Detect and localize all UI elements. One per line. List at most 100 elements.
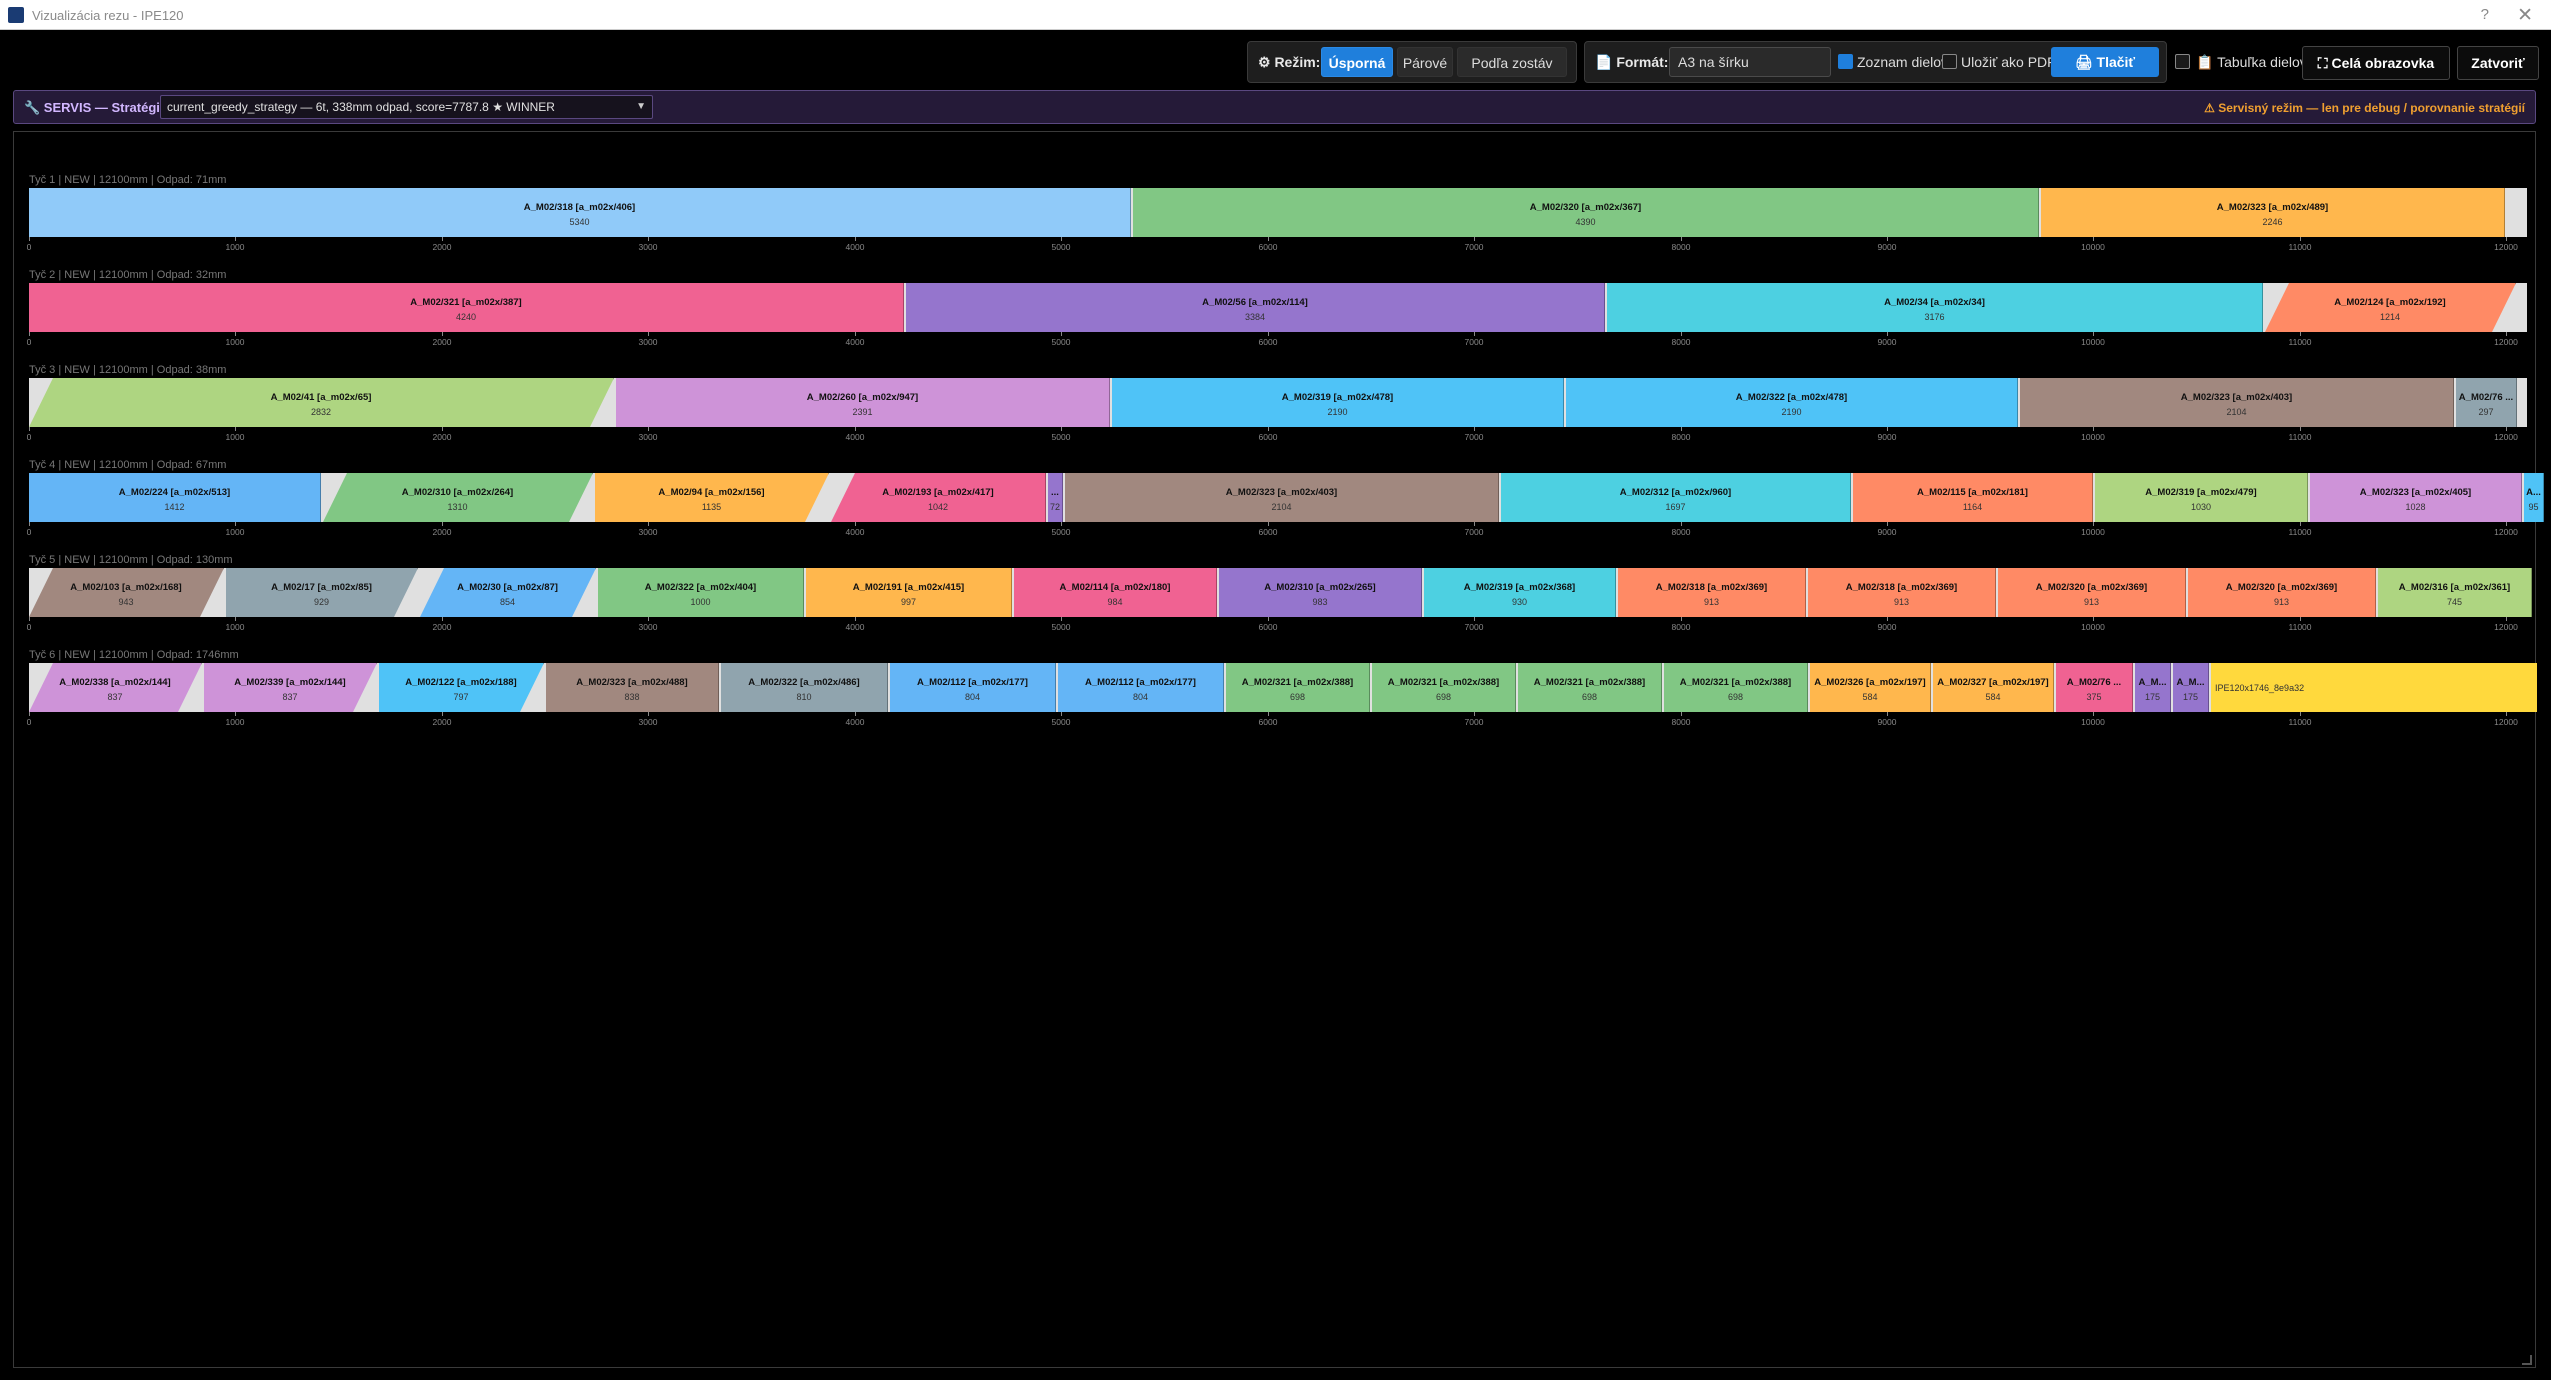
- piece-name: A_M02/323 [a_m02x/405]: [2359, 487, 2472, 498]
- cut-piece[interactable]: A_M02/322 [a_m02x/478] 2190: [1566, 378, 2018, 427]
- scale-tick: [2506, 712, 2507, 716]
- piece-length: 1164: [1962, 502, 1983, 512]
- cut-piece[interactable]: A_M02/323 [a_m02x/403] 2104: [1065, 473, 1499, 522]
- scale-tick-label: 0: [26, 717, 32, 727]
- parts-table-checkbox[interactable]: [2175, 54, 2190, 69]
- piece-length: 983: [1312, 597, 1328, 607]
- cut-piece[interactable]: A_M02/339 [a_m02x/144] 837: [204, 663, 377, 712]
- cut-piece[interactable]: A_M02/327 [a_m02x/197] 584: [1933, 663, 2054, 712]
- cut-piece[interactable]: A_M02/323 [a_m02x/489] 2246: [2041, 188, 2505, 237]
- close-window-button[interactable]: ✕: [2517, 4, 2533, 27]
- cut-piece[interactable]: A_M02/56 [a_m02x/114] 3384: [906, 283, 1605, 332]
- cut-piece[interactable]: A_M02/193 [a_m02x/417] 1042: [831, 473, 1046, 522]
- piece-name: A_M02/321 [a_m02x/387]: [410, 297, 522, 308]
- piece-name: A_M02/316 [a_m02x/361]: [2398, 582, 2511, 593]
- cut-piece[interactable]: A_M02/321 [a_m02x/387] 4240: [29, 283, 904, 332]
- mode-podla-zostav-button[interactable]: Podľa zostáv: [1457, 47, 1567, 77]
- cut-piece[interactable]: A_M02/319 [a_m02x/368] 930: [1424, 568, 1616, 617]
- scale-tick-label: 4000: [845, 242, 865, 252]
- cut-piece[interactable]: A_M02/30 [a_m02x/87] 854: [420, 568, 596, 617]
- cut-piece[interactable]: A_M02/312 [a_m02x/960] 1697: [1501, 473, 1851, 522]
- cut-piece[interactable]: A_M02/122 [a_m02x/188] 797: [379, 663, 544, 712]
- help-button[interactable]: ?: [2481, 6, 2489, 23]
- cut-piece[interactable]: A_M02/326 [a_m02x/197] 584: [1810, 663, 1931, 712]
- piece-length: 72: [1049, 502, 1060, 512]
- scale-tick: [1681, 237, 1682, 241]
- mode-usporna-button[interactable]: Úsporná: [1321, 47, 1393, 77]
- cut-piece[interactable]: A_M02/321 [a_m02x/388] 698: [1226, 663, 1370, 712]
- scale-tick-label: 1000: [225, 622, 245, 632]
- cut-piece[interactable]: A_M02/322 [a_m02x/404] 1000: [598, 568, 804, 617]
- cut-piece[interactable]: A_M... 175: [2135, 663, 2171, 712]
- cut-piece[interactable]: A_M02/112 [a_m02x/177] 804: [1058, 663, 1224, 712]
- print-button[interactable]: 🖨 Tlačiť: [2051, 47, 2159, 77]
- cut-piece[interactable]: A_M02/320 [a_m02x/369] 913: [2188, 568, 2376, 617]
- piece-length: 1042: [927, 502, 949, 512]
- piece-name: A_M02/260 [a_m02x/947]: [806, 392, 919, 403]
- cut-piece[interactable]: A_M02/310 [a_m02x/265] 983: [1219, 568, 1422, 617]
- cut-piece[interactable]: A_M02/316 [a_m02x/361] 745: [2378, 568, 2532, 617]
- cut-piece[interactable]: A_M02/114 [a_m02x/180] 984: [1014, 568, 1217, 617]
- piece-name: A_M02/323 [a_m02x/488]: [576, 677, 688, 688]
- scale-tick: [855, 237, 856, 241]
- parts-list-checkbox[interactable]: [1838, 54, 1853, 69]
- scale-tick: [442, 522, 443, 526]
- cut-piece[interactable]: A_M02/322 [a_m02x/486] 810: [721, 663, 888, 712]
- piece-name: A_M02/112 [a_m02x/177]: [917, 677, 1028, 688]
- cut-piece[interactable]: A_M02/34 [a_m02x/34] 3176: [1607, 283, 2263, 332]
- cut-piece[interactable]: A_M02/323 [a_m02x/488] 838: [546, 663, 719, 712]
- cut-piece[interactable]: A_M02/320 [a_m02x/367] 4390: [1133, 188, 2039, 237]
- piece-length: 4240: [455, 312, 477, 322]
- cut-visualization-canvas[interactable]: Tyč 1 | NEW | 12100mm | Odpad: 71mm A_M02…: [13, 131, 2544, 1368]
- cut-piece[interactable]: A_M02/124 [a_m02x/192] 1214: [2265, 283, 2516, 332]
- save-pdf-checkbox[interactable]: [1942, 54, 1957, 69]
- piece-name: A_M02/224 [a_m02x/513]: [118, 487, 231, 498]
- cut-piece[interactable]: A_M02/319 [a_m02x/478] 2190: [1112, 378, 1564, 427]
- cut-piece[interactable]: A_M02/76 ... 297: [2456, 378, 2517, 427]
- fullscreen-button[interactable]: ⛶ Celá obrazovka: [2302, 46, 2450, 80]
- scale-tick-label: 10000: [2081, 717, 2105, 727]
- cut-piece[interactable]: ... 72: [1048, 473, 1063, 522]
- cut-piece[interactable]: A_M02/318 [a_m02x/406] 5340: [29, 188, 1131, 237]
- cut-piece[interactable]: A_M02/112 [a_m02x/177] 804: [890, 663, 1056, 712]
- cut-piece[interactable]: A_M02/338 [a_m02x/144] 837: [29, 663, 202, 712]
- cut-piece[interactable]: A_M... 175: [2173, 663, 2209, 712]
- piece-name: A_M02/310 [a_m02x/264]: [401, 487, 514, 498]
- cut-piece[interactable]: A_M02/191 [a_m02x/415] 997: [806, 568, 1012, 617]
- cut-piece[interactable]: A_M02/224 [a_m02x/513] 1412: [29, 473, 321, 522]
- cut-piece[interactable]: A_M02/41 [a_m02x/65] 2832: [29, 378, 614, 427]
- cut-piece[interactable]: A_M02/323 [a_m02x/405] 1028: [2310, 473, 2522, 522]
- rest-piece[interactable]: IPE120x1746_8e9a32: [2211, 663, 2537, 712]
- cut-piece[interactable]: A_M02/319 [a_m02x/479] 1030: [2095, 473, 2308, 522]
- cut-piece[interactable]: A_M02/103 [a_m02x/168] 943: [29, 568, 224, 617]
- cut-piece[interactable]: A_M02/321 [a_m02x/388] 698: [1664, 663, 1808, 712]
- close-button[interactable]: Zatvoriť: [2457, 46, 2539, 80]
- piece-name: A_M02/34 [a_m02x/34]: [1884, 297, 1985, 308]
- cut-piece[interactable]: A... 95: [2524, 473, 2544, 522]
- cut-piece[interactable]: A_M02/318 [a_m02x/369] 913: [1618, 568, 1806, 617]
- cut-piece[interactable]: A_M02/115 [a_m02x/181] 1164: [1853, 473, 2093, 522]
- cut-piece[interactable]: A_M02/260 [a_m02x/947] 2391: [616, 378, 1110, 427]
- piece-length: 584: [1985, 692, 2001, 702]
- piece-length: 2391: [852, 407, 873, 417]
- cut-piece[interactable]: A_M02/318 [a_m02x/369] 913: [1808, 568, 1996, 617]
- piece-name: A_M02/191 [a_m02x/415]: [852, 582, 965, 593]
- piece-length: 175: [2144, 692, 2161, 702]
- cut-piece[interactable]: A_M02/321 [a_m02x/388] 698: [1372, 663, 1516, 712]
- cut-piece[interactable]: A_M02/94 [a_m02x/156] 1135: [595, 473, 829, 522]
- cut-piece[interactable]: A_M02/323 [a_m02x/403] 2104: [2020, 378, 2454, 427]
- piece-length: 375: [2086, 692, 2102, 702]
- cut-piece[interactable]: A_M02/321 [a_m02x/388] 698: [1518, 663, 1662, 712]
- scale-tick-label: 9000: [1877, 432, 1897, 442]
- service-mode-warning: ⚠ Servisný režim — len pre debug / porov…: [2204, 101, 2525, 115]
- format-select[interactable]: A3 na šírku: [1669, 47, 1831, 77]
- cut-piece[interactable]: A_M02/17 [a_m02x/85] 929: [226, 568, 418, 617]
- mode-parove-button[interactable]: Párové: [1397, 47, 1453, 77]
- cut-piece[interactable]: A_M02/76 ... 375: [2056, 663, 2133, 712]
- scale-tick: [1681, 617, 1682, 621]
- piece-length: 1697: [1665, 502, 1686, 512]
- piece-length: 1028: [2405, 502, 2426, 512]
- cut-piece[interactable]: A_M02/310 [a_m02x/264] 1310: [323, 473, 593, 522]
- cut-piece[interactable]: A_M02/320 [a_m02x/369] 913: [1998, 568, 2186, 617]
- strategy-select[interactable]: current_greedy_strategy — 6t, 338mm odpa…: [160, 95, 653, 119]
